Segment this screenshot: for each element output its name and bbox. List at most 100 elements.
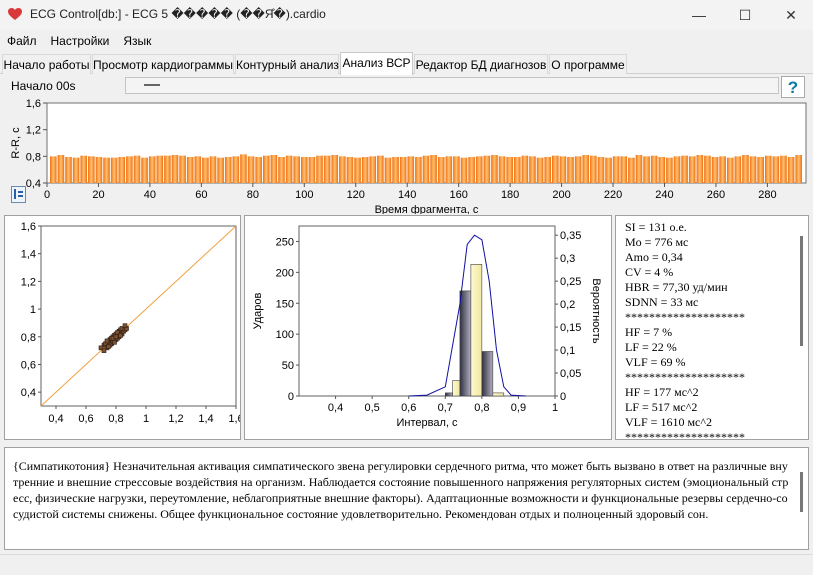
scatter-point: [122, 323, 128, 328]
time-slider[interactable]: [125, 77, 779, 94]
rr-bar: [224, 157, 232, 183]
rr-bar: [567, 157, 574, 183]
rr-bar: [590, 155, 597, 183]
menu-file[interactable]: Файл: [0, 31, 44, 51]
scatter-y-tick-label: 1,4: [21, 249, 36, 261]
tab-start[interactable]: Начало работы: [2, 54, 91, 74]
rr-bar: [483, 155, 491, 183]
scatter-y-tick-label: 0,8: [21, 332, 36, 344]
stat-separator: ********************: [625, 370, 745, 384]
tab-cardiogram-view[interactable]: Просмотр кардиограммы: [92, 54, 234, 74]
rr-bar: [156, 155, 164, 183]
scatter-x-tick-label: 0,8: [108, 413, 123, 425]
rr-x-tick-label: 260: [707, 189, 725, 201]
hist-y2-tick-label: 0,1: [560, 345, 575, 357]
hist-bar: [444, 392, 453, 397]
scatter-point: [112, 340, 117, 345]
rr-bar: [612, 156, 620, 183]
rr-bar: [369, 156, 377, 183]
time-slider-thumb[interactable]: [144, 84, 160, 86]
rr-bar: [186, 157, 194, 183]
hist-plot-area: [298, 225, 556, 397]
maximize-button[interactable]: ☐: [722, 0, 768, 30]
minimize-button[interactable]: —: [676, 0, 722, 30]
scatter-point: [106, 344, 111, 349]
conclusion-text[interactable]: {Симпатикотония} Незначительная активаци…: [13, 458, 789, 522]
rr-bar: [240, 154, 247, 183]
tab-contour-analysis[interactable]: Контурный анализ: [235, 54, 339, 74]
rr-bar: [50, 156, 57, 183]
rr-bar: [605, 157, 612, 183]
conclusion-scrollbar[interactable]: [794, 448, 809, 549]
rr-bar: [757, 157, 764, 183]
hist-bar: [492, 392, 505, 397]
rr-interval-chart: 0,4 0,8 1,2 1,6 0 20 40 60 80 100 120 140 160 180 200 2…: [10, 98, 807, 214]
hist-y-tick-label: 100: [276, 329, 294, 341]
rr-bar: [635, 155, 643, 183]
rr-bar: [361, 157, 369, 183]
tab-strip: Начало работы Просмотр кардиограммы Конт…: [0, 52, 813, 75]
hist-y-tick-label: 50: [282, 360, 294, 372]
rr-bar: [88, 156, 95, 183]
rr-y-tick-label: 1,6: [26, 98, 41, 110]
rr-x-tick-label: 80: [247, 189, 259, 201]
hist-y2-tick-label: 0: [560, 391, 566, 403]
help-icon-glyph: ?: [788, 78, 798, 96]
scatter-point: [113, 334, 119, 340]
scatter-x-tick-label: 0,4: [48, 413, 63, 425]
start-time-label: Начало 00s: [11, 79, 76, 93]
rr-bar: [445, 156, 453, 183]
stat-vlf-power: VLF = 1610 мс^2: [625, 415, 712, 429]
tab-about[interactable]: О программе: [549, 54, 627, 74]
menu-settings[interactable]: Настройки: [44, 31, 117, 51]
rr-bar: [278, 157, 285, 183]
rr-bar: [415, 157, 422, 183]
rr-bar: [141, 157, 148, 183]
scatterogram-chart: 0,4 0,6 0,8 1 1,2 1,4 1,6 0,4 0,6 0,8 1 1,2 1,4 1,6: [21, 221, 244, 425]
hist-y-tick-label: 0: [288, 391, 294, 403]
rr-bar: [559, 156, 567, 183]
rr-bar: [194, 156, 202, 183]
rr-y-tick-label: 0,4: [26, 178, 41, 190]
close-button[interactable]: ✕: [768, 0, 813, 30]
rr-bar: [331, 155, 339, 183]
rr-bar: [704, 155, 711, 183]
tab-diagnosis-db-editor[interactable]: Редактор БД диагнозов: [414, 54, 548, 74]
hist-y-tick-label: 250: [276, 236, 294, 248]
rr-x-tick-label: 200: [552, 189, 570, 201]
scatter-point: [101, 348, 107, 353]
rr-bar: [453, 156, 460, 183]
rr-x-tick-label: 20: [92, 189, 104, 201]
stats-scrollbar[interactable]: [794, 216, 808, 439]
rr-x-axis-label: Время фрагмента, с: [375, 204, 479, 214]
rr-bar: [65, 157, 72, 183]
scatter-point: [118, 333, 123, 338]
status-bar: [0, 554, 813, 575]
scatter-point: [104, 338, 110, 344]
scatter-x-tick-label: 1,2: [168, 413, 183, 425]
help-button[interactable]: ?: [781, 76, 805, 98]
rr-bar: [430, 155, 437, 183]
scatter-x-tick-label: 1,4: [198, 413, 213, 425]
rr-bar: [407, 156, 415, 183]
rr-bar: [764, 155, 772, 183]
heart-icon: [8, 8, 22, 20]
rr-bar: [650, 155, 658, 183]
small-settings-icon[interactable]: [11, 186, 26, 203]
stat-si: SI = 131 о.е.: [625, 220, 687, 234]
rr-bar: [643, 156, 650, 183]
rr-x-tick-label: 0: [44, 189, 50, 201]
stat-vlf-percent: VLF = 69 %: [625, 355, 686, 369]
hist-x-tick-label: 0,8: [474, 402, 489, 414]
tab-hrv-analysis[interactable]: Анализ ВСР: [340, 52, 413, 75]
menu-language[interactable]: Язык: [116, 31, 158, 51]
rr-bar: [316, 155, 323, 183]
rr-bar: [148, 156, 156, 183]
hist-x-tick-label: 0,5: [364, 402, 379, 414]
rr-bar: [164, 155, 171, 183]
stat-amo: Amo = 0,34: [625, 250, 683, 264]
rr-y-tick-label: 0,8: [26, 151, 41, 163]
rr-bar: [506, 157, 513, 183]
conclusion-scrollbar-thumb[interactable]: [800, 472, 803, 512]
stats-scrollbar-thumb[interactable]: [800, 236, 803, 346]
